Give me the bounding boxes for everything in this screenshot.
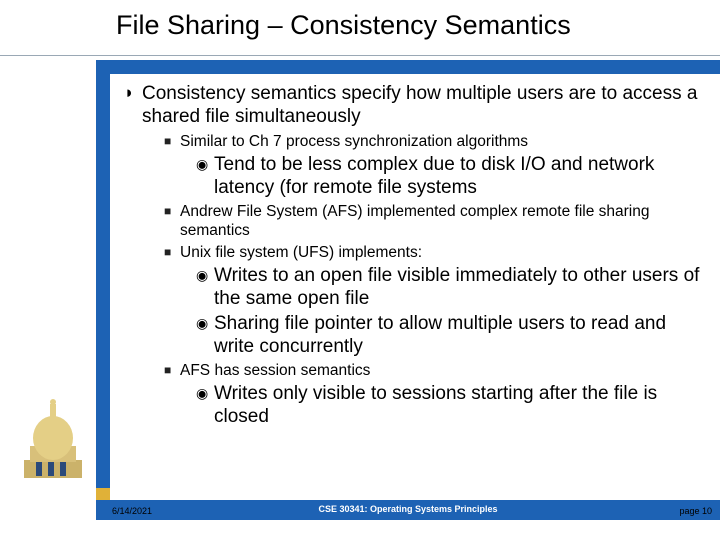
lens-icon: ◉ bbox=[196, 264, 214, 310]
arrow-icon: ◗ bbox=[124, 82, 142, 128]
bullet-level3: ◉ Writes to an open file visible immedia… bbox=[196, 264, 704, 310]
subsub-text: Writes to an open file visible immediate… bbox=[214, 264, 704, 310]
square-icon: ■ bbox=[164, 202, 180, 240]
accent-bar-vertical bbox=[96, 60, 110, 500]
footer-date: 6/14/2021 bbox=[112, 506, 152, 516]
lens-icon: ◉ bbox=[196, 153, 214, 199]
bullet-level3: ◉ Writes only visible to sessions starti… bbox=[196, 382, 704, 428]
footer-page: page 10 bbox=[679, 506, 712, 516]
bullet-level3: ◉ Sharing file pointer to allow multiple… bbox=[196, 312, 704, 358]
footer-course: CSE 30341: Operating Systems Principles bbox=[96, 504, 720, 514]
content-body: ◗ Consistency semantics specify how mult… bbox=[124, 82, 704, 430]
sub-text: AFS has session semantics bbox=[180, 361, 370, 380]
footer-bar: CSE 30341: Operating Systems Principles bbox=[96, 500, 720, 520]
bullet-level2: ■ Unix file system (UFS) implements: bbox=[164, 243, 704, 262]
slide-title: File Sharing – Consistency Semantics bbox=[116, 10, 571, 41]
subsub-text: Sharing file pointer to allow multiple u… bbox=[214, 312, 704, 358]
bullet-level3: ◉ Tend to be less complex due to disk I/… bbox=[196, 153, 704, 199]
subsub-text: Writes only visible to sessions starting… bbox=[214, 382, 704, 428]
slide: File Sharing – Consistency Semantics ◗ C… bbox=[0, 0, 720, 540]
dome-logo bbox=[18, 398, 88, 480]
sub-text: Andrew File System (AFS) implemented com… bbox=[180, 202, 704, 240]
title-area: File Sharing – Consistency Semantics bbox=[0, 0, 720, 66]
sub-text: Similar to Ch 7 process synchronization … bbox=[180, 132, 528, 151]
square-icon: ■ bbox=[164, 243, 180, 262]
bullet-level1: ◗ Consistency semantics specify how mult… bbox=[124, 82, 704, 128]
lens-icon: ◉ bbox=[196, 382, 214, 428]
lead-term: Consistency semantics bbox=[142, 83, 336, 104]
square-icon: ■ bbox=[164, 132, 180, 151]
square-icon: ■ bbox=[164, 361, 180, 380]
bullet-level2: ■ AFS has session semantics bbox=[164, 361, 704, 380]
subsub-text: Tend to be less complex due to disk I/O … bbox=[214, 153, 704, 199]
paragraph: Consistency semantics specify how multip… bbox=[142, 82, 704, 128]
sub-text: Unix file system (UFS) implements: bbox=[180, 243, 422, 262]
accent-bar-horizontal bbox=[96, 60, 720, 74]
bullet-level2: ■ Andrew File System (AFS) implemented c… bbox=[164, 202, 704, 240]
bullet-level2: ■ Similar to Ch 7 process synchronizatio… bbox=[164, 132, 704, 151]
lens-icon: ◉ bbox=[196, 312, 214, 358]
